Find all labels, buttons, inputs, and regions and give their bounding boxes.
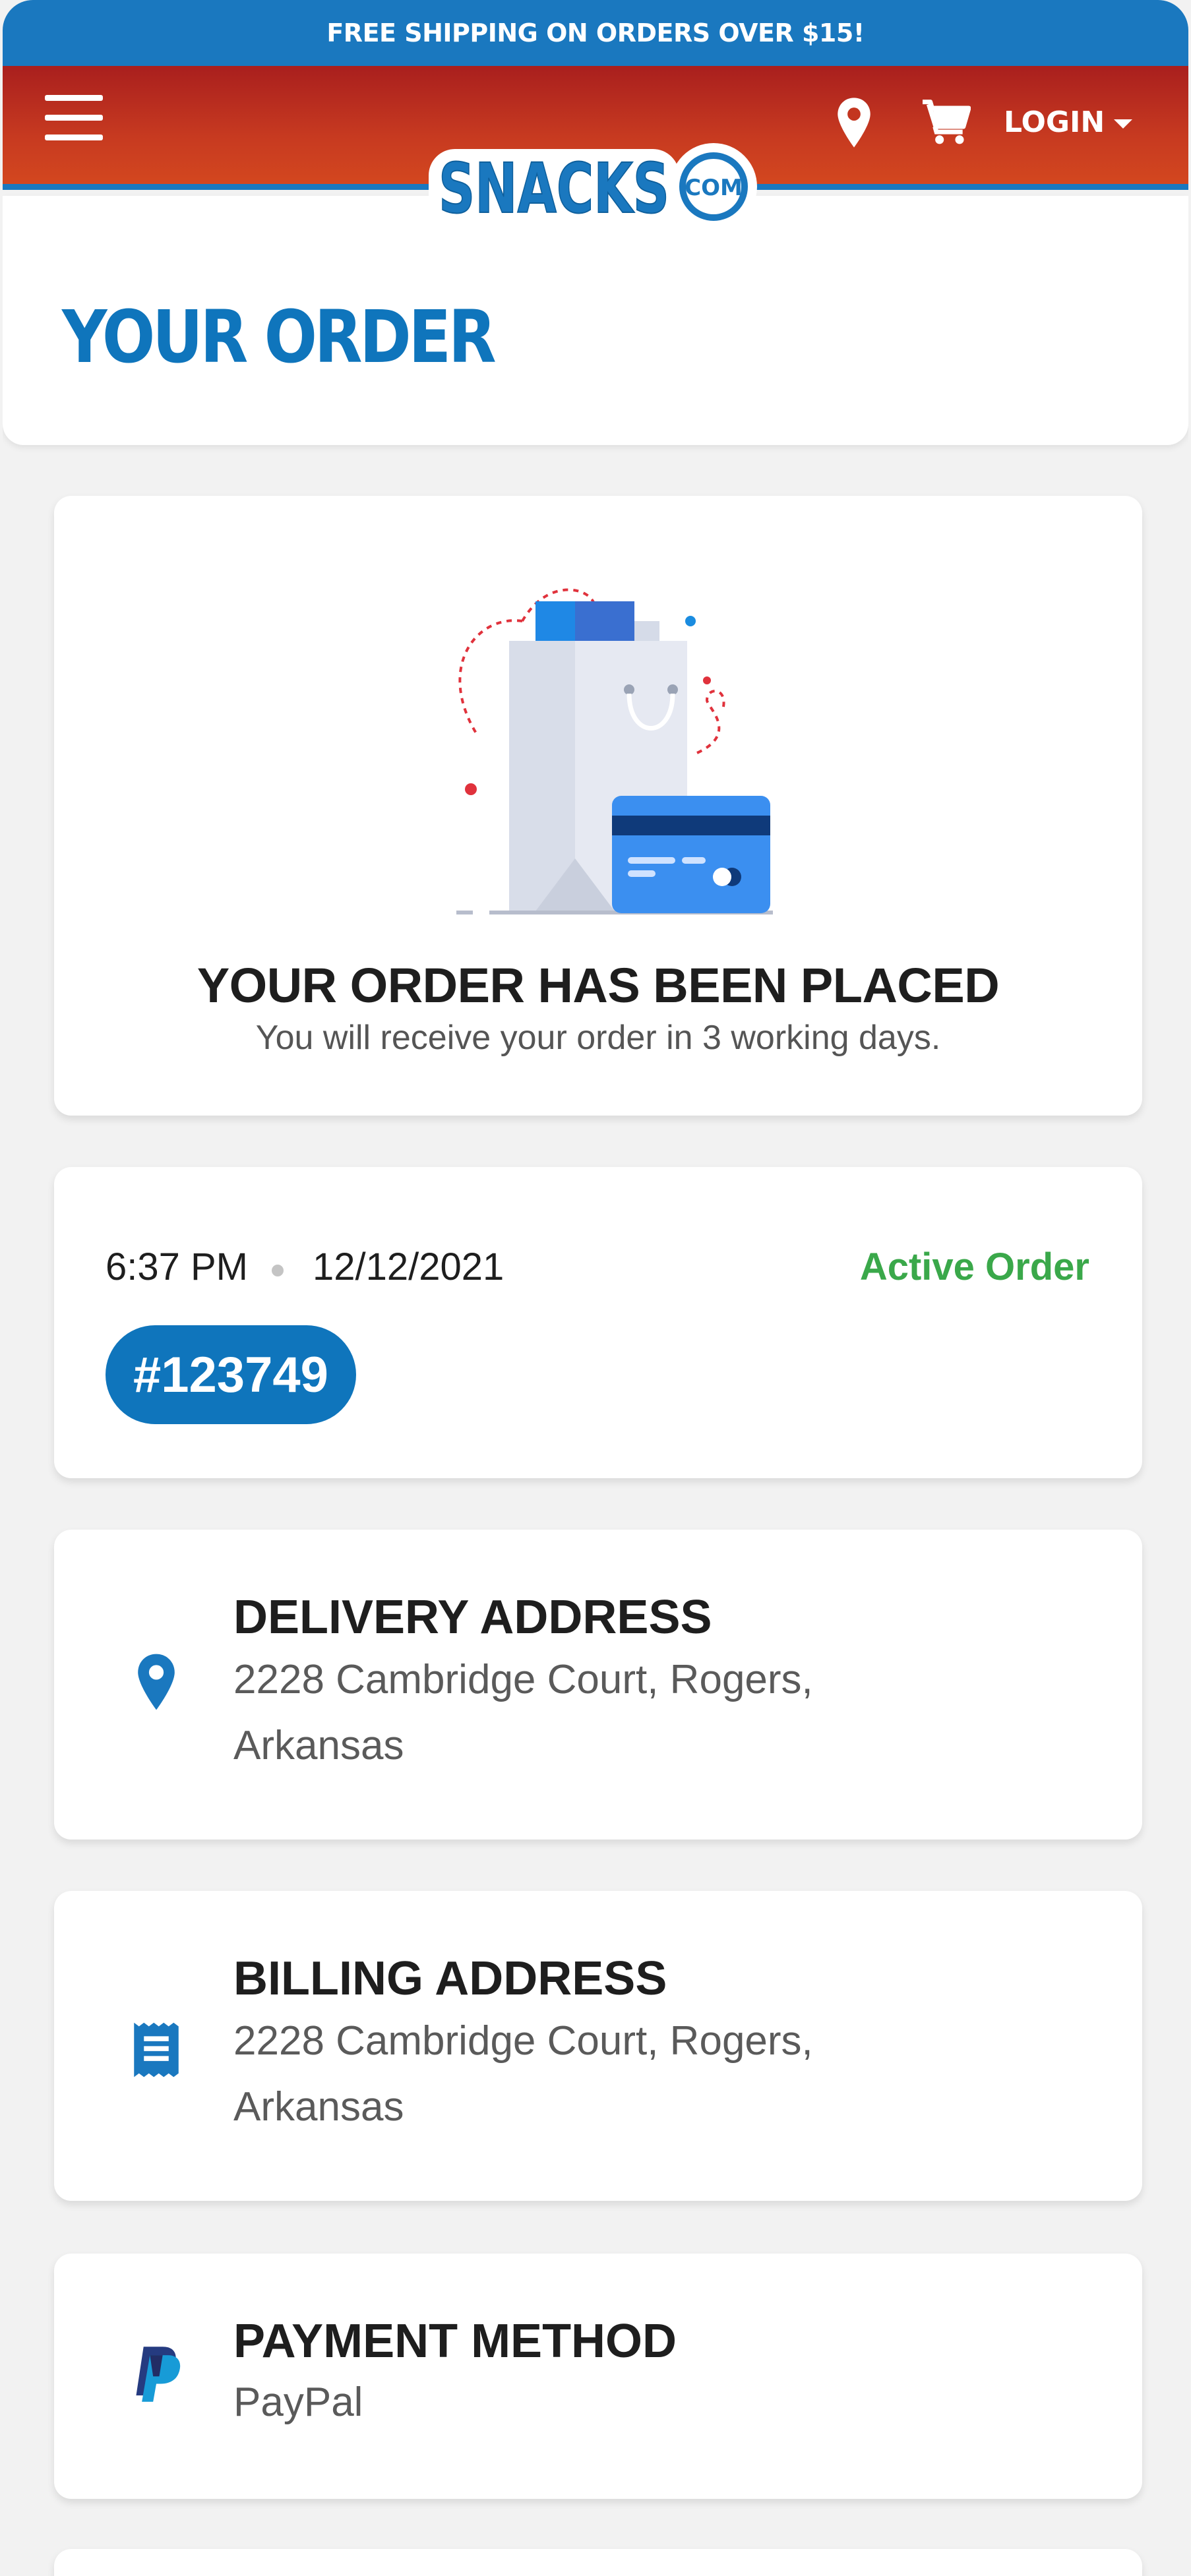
promo-banner[interactable]: FREE SHIPPING ON ORDERS OVER $15! <box>3 0 1188 66</box>
delivery-address-line1: 2228 Cambridge Court, Rogers, <box>233 1657 813 1702</box>
payment-method-title: PAYMENT METHOD <box>233 2315 677 2368</box>
snacks-logo[interactable]: SNACKS COM <box>425 137 768 231</box>
login-label: LOGIN <box>1004 105 1105 139</box>
chevron-down-icon <box>1114 119 1133 129</box>
delivery-address-line2: Arkansas <box>233 1723 404 1768</box>
app-frame: FREE SHIPPING ON ORDERS OVER $15! LOGIN … <box>3 0 1188 2576</box>
shopping-cart-icon[interactable] <box>921 99 971 145</box>
billing-address-line1: 2228 Cambridge Court, Rogers, <box>233 2018 813 2064</box>
order-number-pill: #123749 <box>106 1325 356 1424</box>
order-status-badge: Active Order <box>859 1245 1089 1288</box>
hamburger-menu-icon[interactable] <box>45 95 103 141</box>
login-button[interactable]: LOGIN <box>1004 100 1133 144</box>
order-info-card: 6:37 PM 12/12/2021 Active Order #123749 <box>54 1167 1142 1478</box>
delivery-address-card[interactable]: DELIVERY ADDRESS 2228 Cambridge Court, R… <box>54 1530 1142 1840</box>
order-time: 6:37 PM <box>106 1245 248 1288</box>
payment-method-value: PayPal <box>233 2380 363 2425</box>
promo-text: FREE SHIPPING ON ORDERS OVER $15! <box>326 18 865 47</box>
order-placed-title: YOUR ORDER HAS BEEN PLACED <box>197 958 1000 1013</box>
page-title: YOUR ORDER <box>62 295 497 379</box>
payment-method-card[interactable]: PAYMENT METHOD PayPal <box>54 2254 1142 2499</box>
svg-text:COM: COM <box>685 175 743 201</box>
billing-address-title: BILLING ADDRESS <box>233 1952 667 2005</box>
separator-dot <box>272 1265 284 1276</box>
map-pin-icon[interactable] <box>835 96 873 149</box>
svg-text:SNACKS: SNACKS <box>439 148 669 229</box>
receipt-icon <box>134 2022 179 2078</box>
title-section: YOUR ORDER <box>3 196 1188 445</box>
order-date: 12/12/2021 <box>313 1245 504 1288</box>
order-placed-card: YOUR ORDER HAS BEEN PLACED You will rece… <box>54 496 1142 1116</box>
order-placed-subtitle: You will receive your order in 3 working… <box>255 1019 941 1057</box>
order-number: #123749 <box>133 1346 328 1403</box>
billing-address-line2: Arkansas <box>233 2084 404 2130</box>
billing-address-card[interactable]: BILLING ADDRESS 2228 Cambridge Court, Ro… <box>54 1891 1142 2201</box>
shopping-bag-and-credit-card-icon <box>456 588 773 914</box>
paypal-icon <box>136 2347 181 2402</box>
delivery-address-title: DELIVERY ADDRESS <box>233 1591 712 1644</box>
next-card-partial <box>54 2549 1142 2576</box>
map-pin-icon <box>138 1654 175 1710</box>
